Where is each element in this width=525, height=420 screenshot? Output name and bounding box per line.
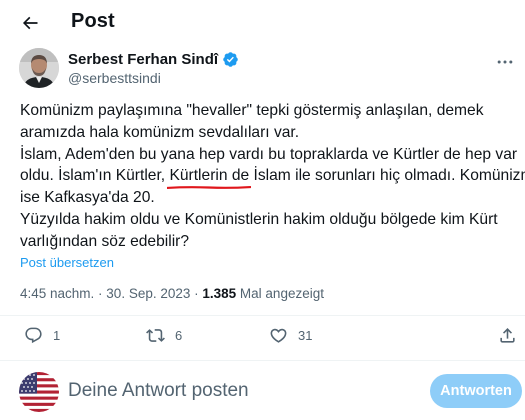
post-date[interactable]: 30. Sep. 2023 (106, 286, 190, 301)
repost-count: 6 (175, 328, 183, 343)
more-icon (497, 60, 513, 64)
page-title: Post (71, 10, 115, 32)
like-button[interactable]: 31 (269, 326, 312, 345)
author-row: Serbest Ferhan Sindî @serbesttsindi (19, 48, 519, 92)
views-count: 1.385 (202, 286, 237, 301)
arrow-left-icon (22, 16, 38, 30)
post-time[interactable]: 4:45 nachm. (20, 286, 94, 301)
page-header: Post (0, 0, 525, 46)
underlined-phrase: Kürtlerin de İslam ile sorunları hiç olm… (167, 165, 452, 190)
repost-button[interactable]: 6 (146, 326, 182, 345)
divider (0, 315, 525, 316)
tweet-text: Komünizm paylaşımına "hevaller" tepki gö… (20, 100, 525, 253)
post-meta: 4:45 nachm. · 30. Sep. 2023 · 1.385 Mal … (20, 286, 324, 301)
tweet-line: Komünizm paylaşımına "hevaller" tepki gö… (20, 102, 484, 119)
tweet-line: aramızda hala komünizm sevdalıları var. (20, 123, 300, 141)
translate-post-link[interactable]: Post übersetzen (20, 255, 114, 270)
meta-separator: · (190, 286, 203, 301)
tweet-line: Yüzyılda hakim oldu ve Komünistlerin hak… (20, 210, 498, 228)
reply-submit-button[interactable]: Antworten (430, 374, 522, 408)
back-button[interactable] (14, 7, 46, 39)
meta-separator: · (94, 286, 107, 301)
heart-icon (270, 328, 287, 343)
tweet-line-segment: . Komünizm (451, 167, 525, 185)
tweet-line-segment: oldu. İslam'ın Kürtler, (20, 167, 170, 185)
tweet-line: İslam, Adem'den bu yana hep vardı bu top… (20, 145, 518, 163)
author-name[interactable]: Serbest Ferhan Sindî (68, 51, 218, 68)
action-bar: 1 6 31 (0, 326, 525, 350)
tweet-line: varlığından söz edebilir? (20, 232, 190, 250)
reply-composer: Antworten (0, 370, 525, 416)
underlined-text: Kürtlerin de İslam ile sorunları hiç olm… (169, 167, 452, 185)
tweet-line: ise Kafkasya'da 20. (20, 189, 155, 207)
more-button[interactable] (493, 50, 517, 74)
author-handle[interactable]: @serbesttsindi (68, 70, 161, 86)
reply-button[interactable]: 1 (24, 326, 60, 345)
reply-icon (25, 327, 42, 344)
red-underline-mark (167, 186, 251, 190)
tweet-line: oldu. İslam'ın Kürtler, Kürtlerin de İsl… (20, 165, 525, 190)
us-flag-icon[interactable] (19, 372, 59, 412)
views-label: Mal angezeigt (236, 286, 324, 301)
reply-input[interactable] (68, 379, 408, 403)
repost-icon (146, 329, 165, 342)
share-icon (500, 328, 515, 343)
avatar[interactable] (19, 48, 59, 88)
divider (0, 360, 525, 361)
like-count: 31 (298, 328, 313, 343)
reply-count: 1 (53, 328, 61, 343)
share-button[interactable] (498, 326, 517, 345)
verified-badge-icon (223, 52, 238, 67)
